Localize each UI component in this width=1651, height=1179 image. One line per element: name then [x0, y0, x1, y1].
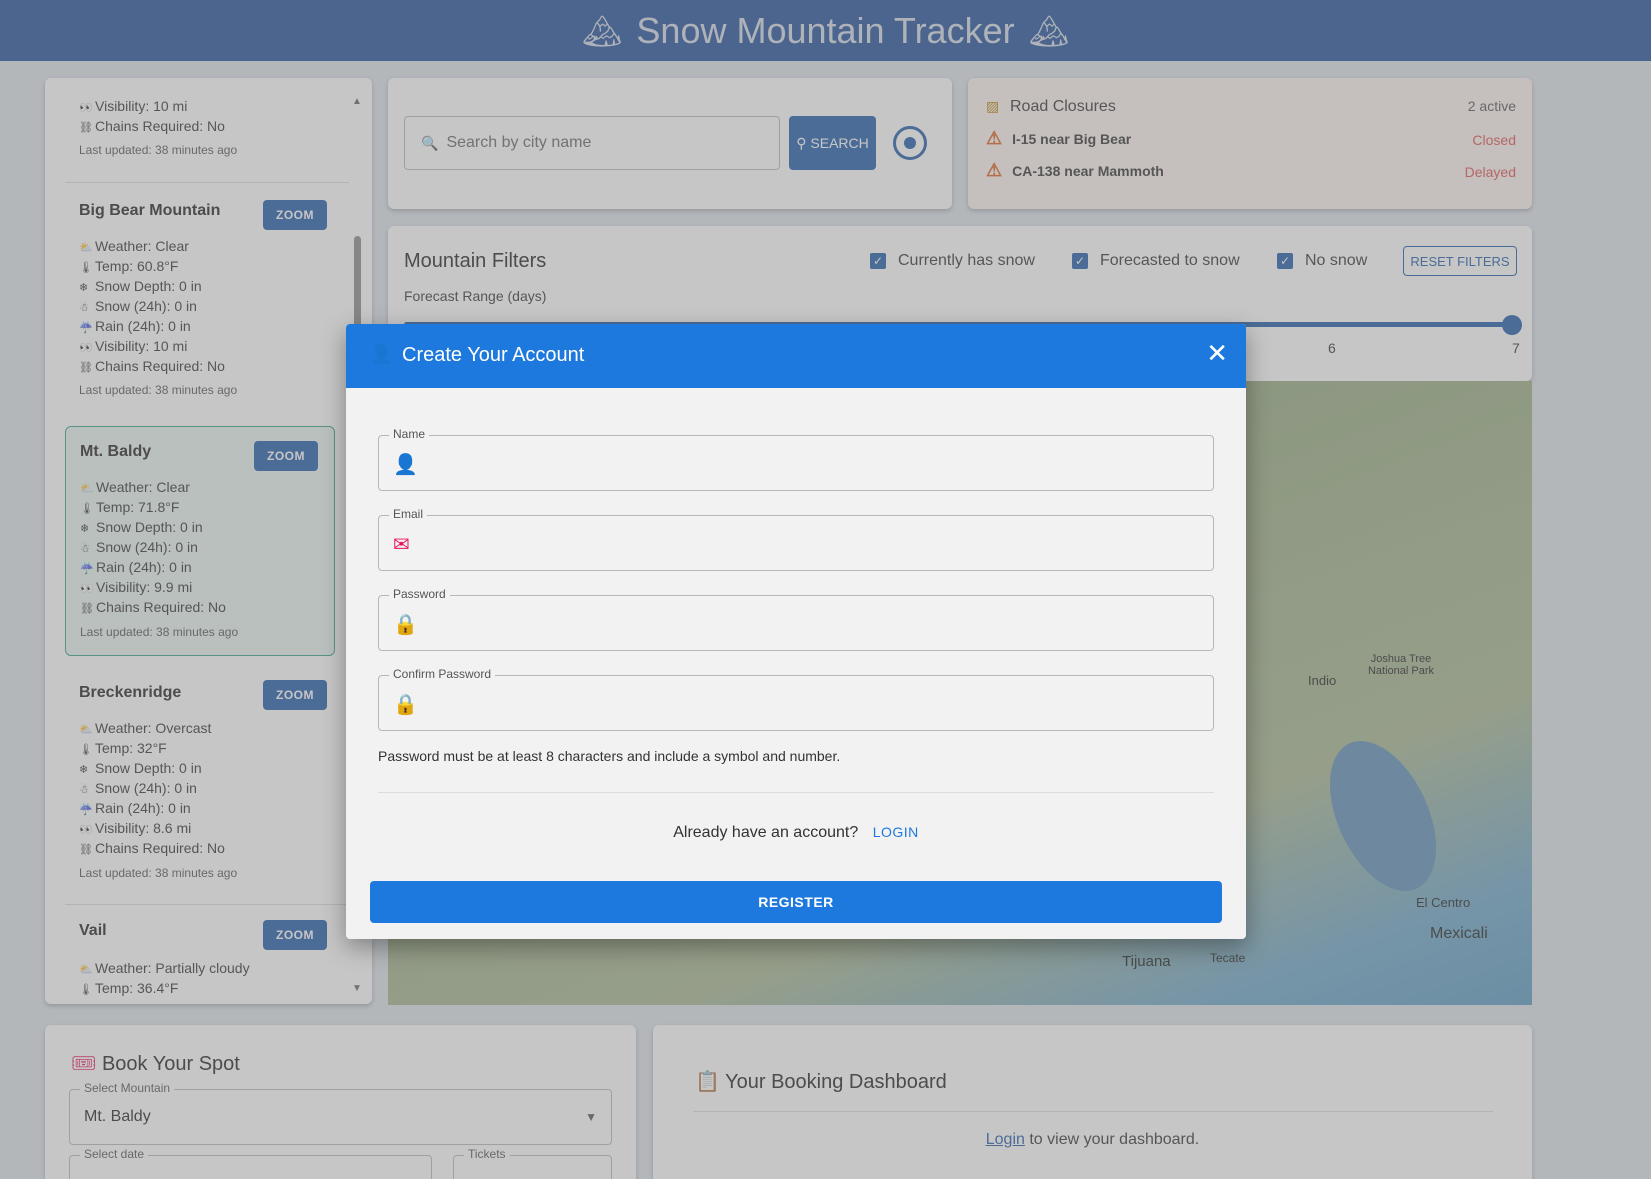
confirm-password-field[interactable]: Confirm Password 🔒 — [378, 667, 1214, 731]
mail-icon: ✉ — [393, 534, 410, 556]
divider — [378, 792, 1214, 793]
person-add-icon: 👤 — [370, 344, 393, 364]
password-label: Password — [389, 587, 450, 601]
password-field[interactable]: Password 🔒 — [378, 587, 1214, 651]
password-input[interactable] — [425, 606, 1195, 640]
login-link[interactable]: LOGIN — [873, 824, 919, 840]
name-field[interactable]: Name 👤 — [378, 427, 1214, 491]
email-label: Email — [389, 507, 428, 521]
dialog-title: Create Your Account — [402, 344, 585, 366]
dialog-header: 👤 Create Your Account ✕ — [346, 324, 1246, 388]
email-input[interactable] — [425, 526, 1195, 560]
name-label: Name — [389, 427, 430, 441]
create-account-dialog: 👤 Create Your Account ✕ Name 👤 Email ✉ P… — [346, 324, 1246, 939]
name-input[interactable] — [425, 446, 1195, 480]
close-icon[interactable]: ✕ — [1206, 338, 1228, 369]
lock-icon: 🔒 — [393, 694, 418, 716]
register-button[interactable]: REGISTER — [370, 881, 1222, 923]
confirm-password-input[interactable] — [425, 686, 1195, 720]
lock-icon: 🔒 — [393, 614, 418, 636]
password-hint: Password must be at least 8 characters a… — [378, 748, 841, 764]
email-field[interactable]: Email ✉ — [378, 507, 1214, 571]
confirm-password-label: Confirm Password — [389, 667, 496, 681]
login-prompt: Already have an account? LOGIN — [673, 824, 919, 841]
person-add-icon: 👤 — [393, 454, 418, 476]
